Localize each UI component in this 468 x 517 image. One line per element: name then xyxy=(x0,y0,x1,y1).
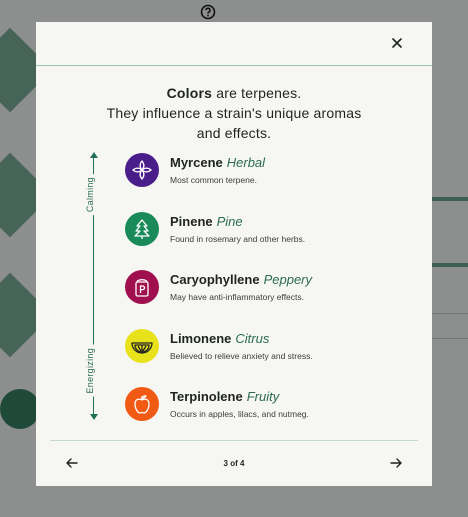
terpene-name: Myrcene xyxy=(170,155,223,170)
terpene-aroma: Peppery xyxy=(263,272,313,287)
terpene-description: Found in rosemary and other herbs. xyxy=(170,233,306,244)
flower-icon xyxy=(125,153,159,187)
pine-tree-icon xyxy=(125,211,159,246)
terpene-info-modal: Colors are terpenes. They influence a st… xyxy=(36,22,432,486)
intro-line2: They influence a strain's unique aromas xyxy=(106,105,362,121)
arrow-right-icon xyxy=(390,458,402,468)
terpene-description: Believed to relieve anxiety and stress. xyxy=(170,350,313,361)
arrow-up-icon xyxy=(90,152,98,158)
arrow-down-icon xyxy=(90,414,98,420)
terpene-item: Limonene Citrus Believed to relieve anxie… xyxy=(125,328,415,388)
refresh-button[interactable] xyxy=(0,389,40,429)
intro-text: Colors are terpenes. They influence a st… xyxy=(36,83,432,143)
close-icon xyxy=(392,38,402,48)
intro-line3: and effects. xyxy=(196,125,272,141)
background-divider xyxy=(432,197,468,201)
terpene-item: Caryophyllene Peppery May have anti-infla… xyxy=(125,270,415,329)
pepper-shaker-icon xyxy=(125,270,159,304)
next-button[interactable] xyxy=(388,455,404,471)
help-icon[interactable] xyxy=(200,4,216,20)
terpene-aroma: Citrus xyxy=(235,330,270,346)
intro-bold: Colors xyxy=(166,85,213,101)
page-indicator: 3 of 4 xyxy=(223,459,245,468)
terpene-description: May have anti-inflammatory effects. xyxy=(170,292,305,302)
terpene-aroma: Pine xyxy=(216,213,243,229)
citrus-slice-icon xyxy=(125,328,159,363)
terpene-name: Terpinolene xyxy=(170,389,243,404)
terpene-name: Pinene xyxy=(170,213,213,229)
terpene-aroma: Fruity xyxy=(246,389,280,404)
close-button[interactable] xyxy=(388,34,406,52)
modal-footer: 3 of 4 xyxy=(50,440,418,487)
terpene-name: Limonene xyxy=(170,330,232,346)
terpene-aroma: Herbal xyxy=(226,155,266,170)
terpene-list: Myrcene Herbal Most common terpene. Pinen… xyxy=(125,153,415,446)
terpene-item: Terpinolene Fruity Occurs in apples, lila… xyxy=(125,387,415,446)
scale-label-energizing: Energizing xyxy=(85,345,95,397)
background-divider xyxy=(432,263,468,267)
terpene-description: Occurs in apples, lilacs, and nutmeg. xyxy=(170,409,309,419)
terpene-item: Myrcene Herbal Most common terpene. xyxy=(125,153,415,212)
intro-line1: are terpenes. xyxy=(212,85,302,101)
terpene-name: Caryophyllene xyxy=(170,272,260,287)
apple-icon xyxy=(125,387,159,421)
background-panel xyxy=(431,313,468,339)
scale-label-calming: Calming xyxy=(85,174,95,216)
modal-header xyxy=(36,22,432,66)
terpene-item: Pinene Pine Found in rosemary and other h… xyxy=(125,211,415,271)
calming-energizing-scale: Calming Energizing xyxy=(81,150,107,422)
terpene-description: Most common terpene. xyxy=(170,175,257,185)
